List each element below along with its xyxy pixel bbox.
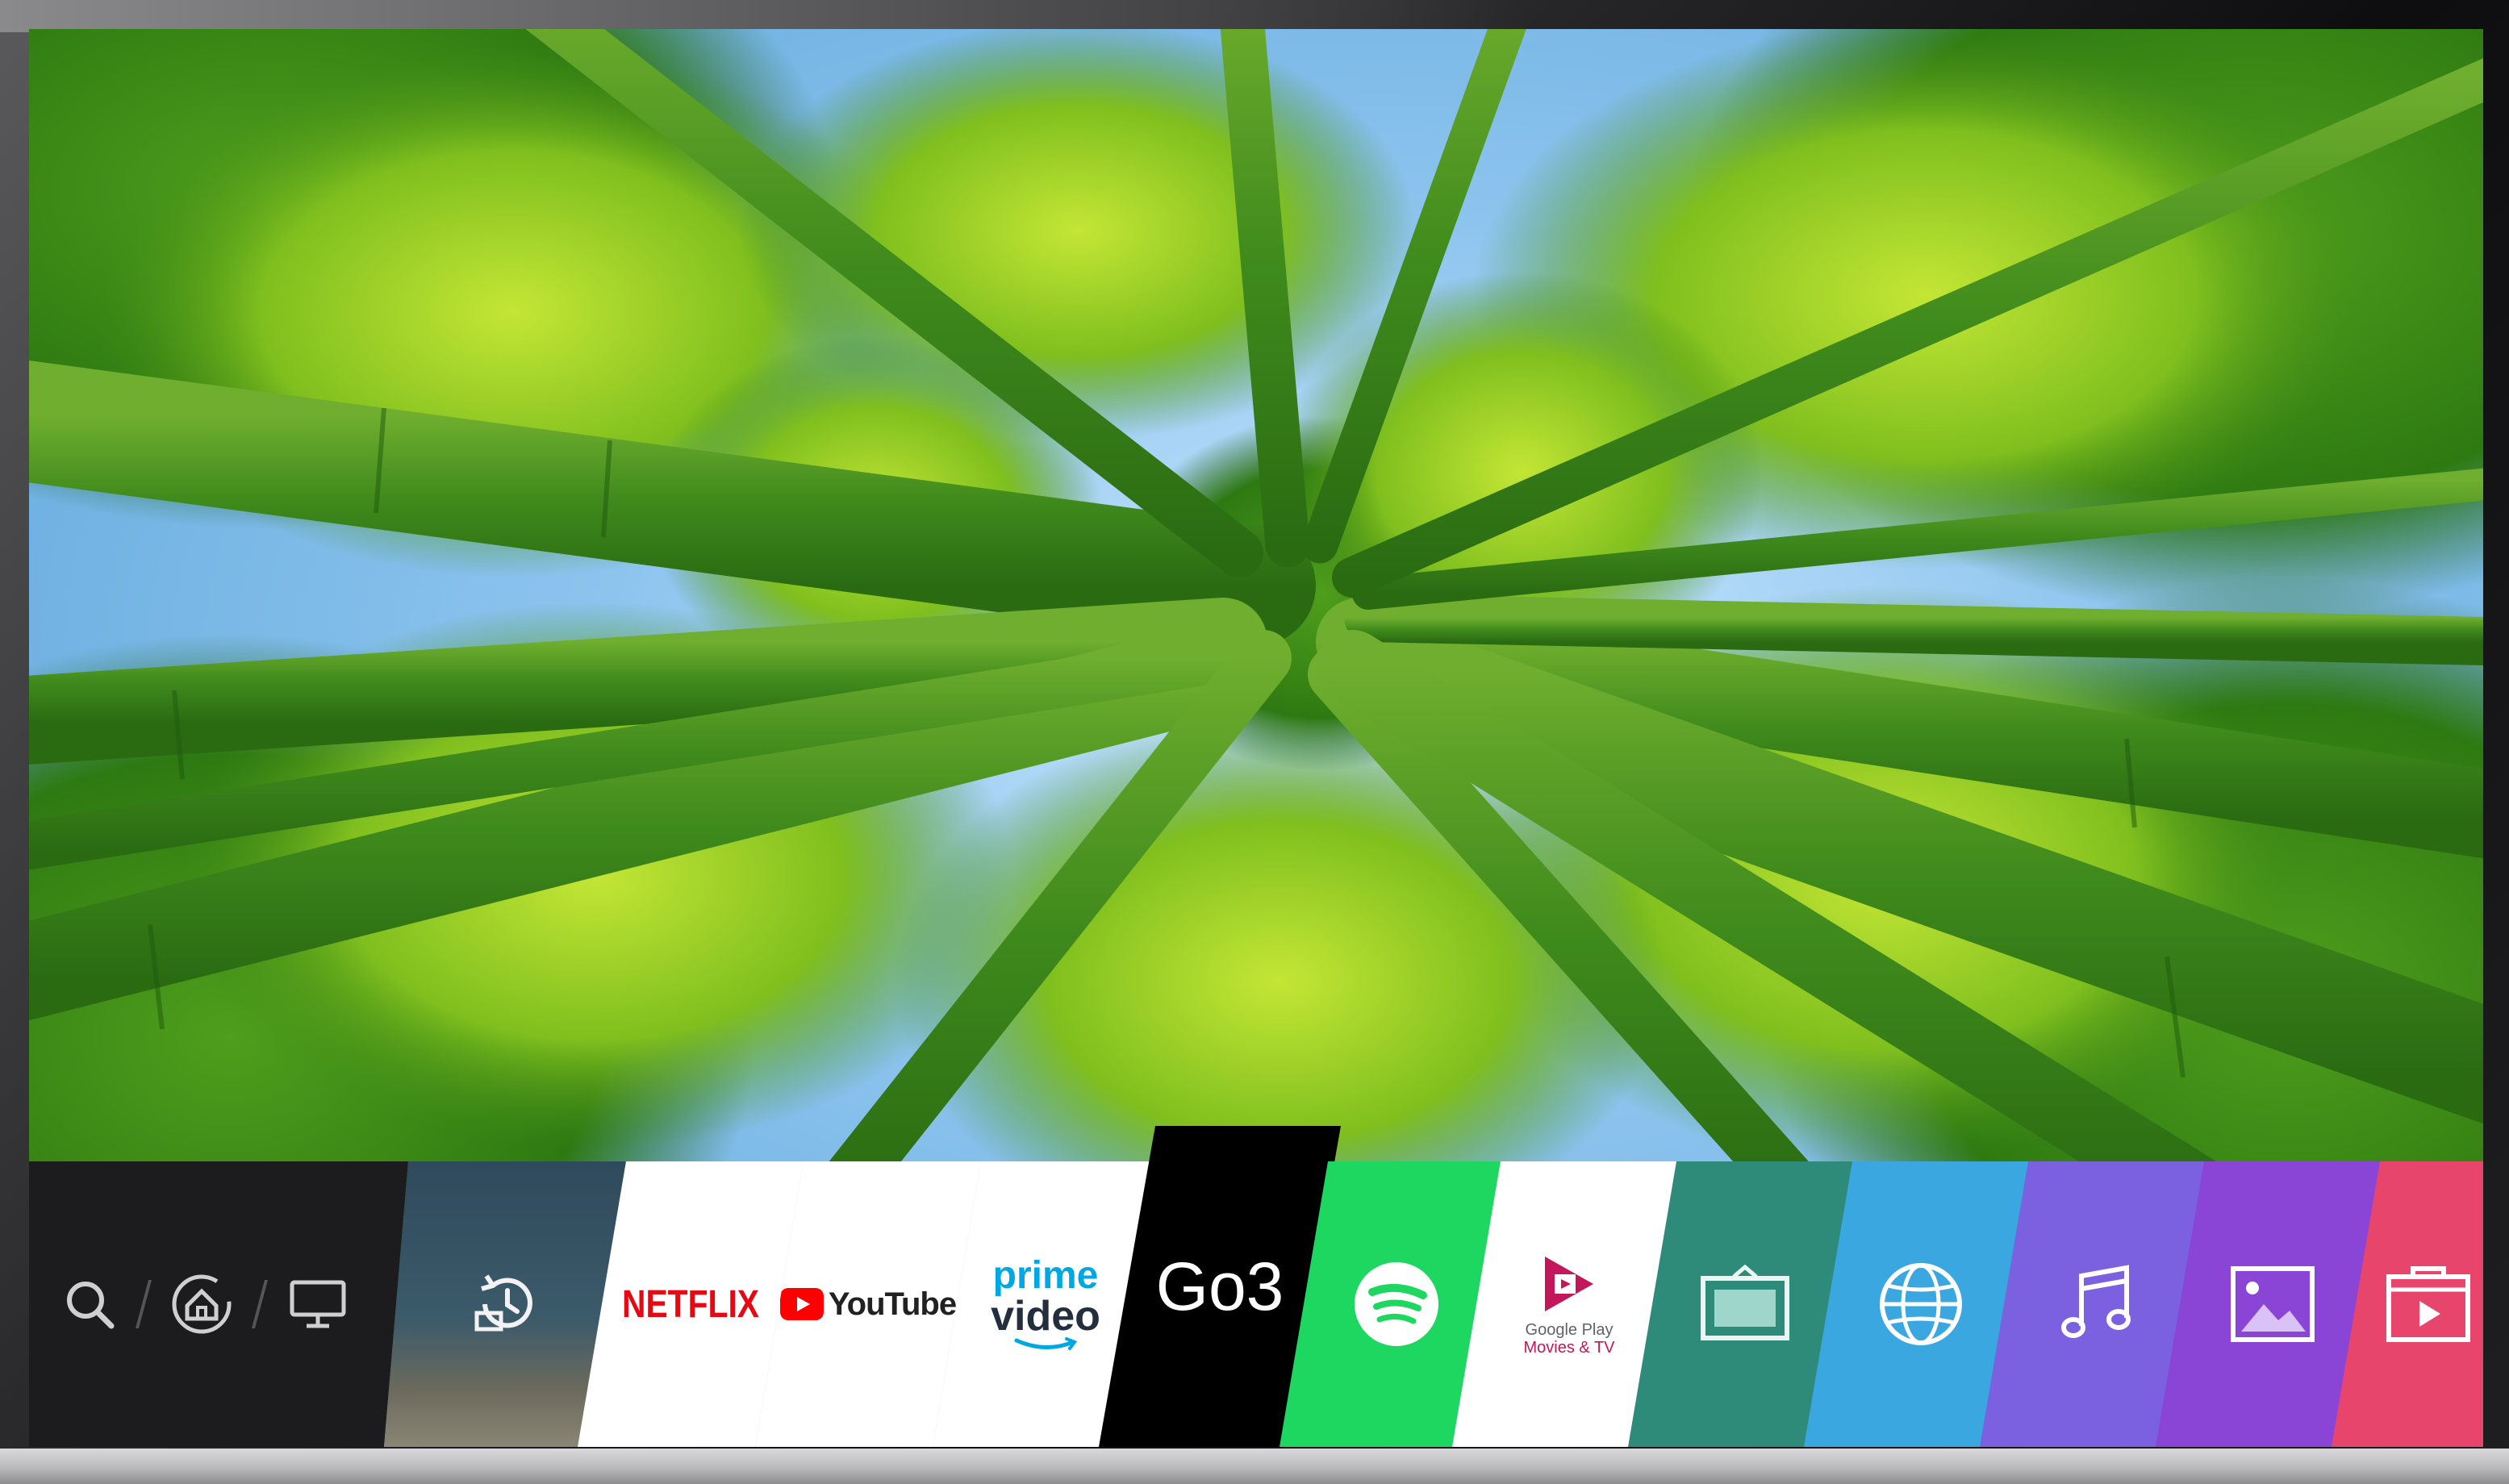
divider <box>136 1280 152 1328</box>
spotify-icon <box>1352 1260 1441 1349</box>
music-note-icon <box>2052 1260 2141 1349</box>
system-controls-tile <box>29 1161 408 1447</box>
tv-frame: NETFLIX YouTube prime video Go3 Google P… <box>0 0 2509 1484</box>
google-play-label: Google Play <box>1525 1321 1614 1339</box>
play-box-icon <box>2384 1264 2473 1344</box>
go3-logo-text: Go3 <box>1155 1248 1284 1324</box>
amazon-smile-icon <box>1013 1337 1078 1352</box>
tv-bottom-bezel <box>0 1449 2509 1484</box>
google-play-movies-icon <box>1537 1252 1601 1316</box>
live-tv-icon <box>1697 1264 1793 1344</box>
youtube-play-icon <box>780 1288 824 1320</box>
prime-logo-bottom: video <box>991 1293 1100 1340</box>
globe-icon <box>1877 1260 1965 1349</box>
tv-input-icon[interactable] <box>286 1276 350 1332</box>
go3-logo: Go3 <box>1156 1248 1284 1326</box>
photo-icon <box>2228 1264 2317 1344</box>
search-icon[interactable] <box>61 1276 118 1332</box>
recent-history-icon <box>469 1268 541 1340</box>
prime-logo-top: prime <box>992 1254 1099 1297</box>
home-icon[interactable] <box>169 1272 234 1336</box>
netflix-logo: NETFLIX <box>622 1282 759 1326</box>
divider <box>252 1280 268 1328</box>
movies-tv-label: Movies & TV <box>1523 1339 1615 1357</box>
app-launcher-bar: NETFLIX YouTube prime video Go3 Google P… <box>29 1126 2483 1447</box>
bezel-highlight <box>0 0 1533 32</box>
youtube-logo: YouTube <box>828 1286 957 1322</box>
